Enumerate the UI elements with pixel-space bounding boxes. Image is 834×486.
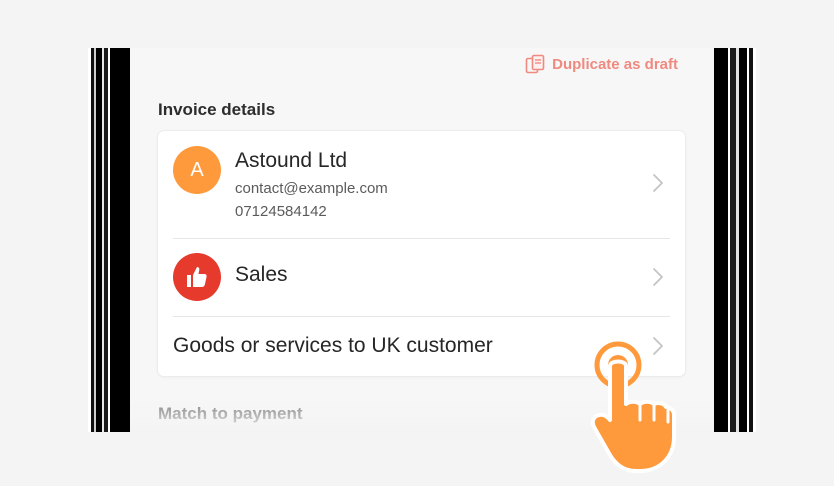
category-row[interactable]: Sales <box>173 238 670 317</box>
app-screen: Duplicate as draft Invoice details A Ast… <box>130 48 714 432</box>
duplicate-as-draft-label: Duplicate as draft <box>552 55 678 73</box>
thumbs-up-icon <box>187 267 207 287</box>
chevron-right-icon <box>653 174 663 192</box>
contact-email: contact@example.com <box>235 180 388 197</box>
contact-row[interactable]: A Astound Ltd contact@example.com 071245… <box>173 131 670 239</box>
category-label: Sales <box>235 263 288 286</box>
device-bezel-left <box>88 48 130 432</box>
contact-phone: 07124584142 <box>235 203 327 220</box>
contact-avatar: A <box>173 146 221 194</box>
chevron-right-icon <box>653 268 663 286</box>
chevron-right-icon <box>653 337 663 355</box>
duplicate-as-draft-button[interactable]: Duplicate as draft <box>524 53 678 75</box>
contact-avatar-letter: A <box>190 158 204 181</box>
vat-type-label: Goods or services to UK customer <box>173 334 493 357</box>
invoice-details-card: A Astound Ltd contact@example.com 071245… <box>158 131 685 376</box>
vat-type-row[interactable]: Goods or services to UK customer <box>173 316 670 376</box>
duplicate-icon <box>525 54 545 74</box>
invoice-details-title: Invoice details <box>158 100 276 119</box>
sales-category-avatar <box>173 253 221 301</box>
contact-name: Astound Ltd <box>235 149 348 172</box>
device-bezel-right <box>714 48 756 432</box>
match-to-payment-title: Match to payment <box>158 404 303 423</box>
